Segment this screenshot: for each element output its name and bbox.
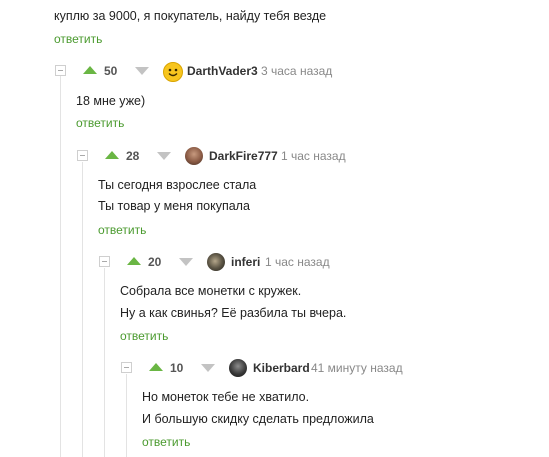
thread-line: [60, 76, 61, 457]
upvote-icon[interactable]: [105, 151, 119, 159]
comment-score: 50: [104, 64, 118, 78]
downvote-icon[interactable]: [201, 364, 215, 372]
thread-line: [104, 268, 105, 457]
upvote-icon[interactable]: [127, 257, 141, 265]
comment-text: Ну а как свинья? Её разбила ты вчера.: [120, 306, 347, 320]
comment-text: Собрала все монетки с кружек.: [120, 284, 302, 298]
comment-text: Ты товар у меня покупала: [98, 199, 250, 213]
comment-text: Ты сегодня взрослее стала: [98, 178, 257, 192]
reply-link[interactable]: ответить: [54, 32, 102, 46]
comment-text: 18 мне уже): [76, 94, 146, 108]
timestamp: 3 часа назад: [261, 64, 333, 78]
username[interactable]: Kiberbard: [253, 361, 310, 375]
upvote-icon[interactable]: [83, 66, 97, 74]
username[interactable]: DarthVader3: [187, 64, 258, 78]
downvote-icon[interactable]: [135, 67, 149, 75]
collapse-thread-button[interactable]: [77, 150, 88, 161]
downvote-icon[interactable]: [157, 152, 171, 160]
upvote-icon[interactable]: [149, 363, 163, 371]
collapse-thread-button[interactable]: [55, 65, 66, 76]
reply-link[interactable]: ответить: [120, 329, 168, 343]
thread-line: [82, 162, 83, 457]
avatar-smiley-icon[interactable]: [163, 62, 183, 82]
comment-score: 10: [170, 361, 184, 375]
comment-text: Но монеток тебе не хватило.: [142, 390, 310, 404]
comment-text: И большую скидку сделать предложила: [142, 412, 374, 426]
username[interactable]: DarkFire777: [209, 149, 278, 163]
collapse-thread-button[interactable]: [99, 256, 110, 267]
username[interactable]: inferi: [231, 255, 260, 269]
thread-line: [126, 374, 127, 457]
downvote-icon[interactable]: [179, 258, 193, 266]
reply-link[interactable]: ответить: [98, 223, 146, 237]
avatar-icon[interactable]: [185, 147, 203, 165]
timestamp: 41 минуту назад: [311, 361, 403, 375]
timestamp: 1 час назад: [281, 149, 346, 163]
avatar-icon[interactable]: [229, 359, 247, 377]
comment-score: 20: [148, 255, 162, 269]
timestamp: 1 час назад: [265, 255, 330, 269]
comment-score: 28: [126, 149, 140, 163]
avatar-icon[interactable]: [207, 253, 225, 271]
collapse-thread-button[interactable]: [121, 362, 132, 373]
comment-text: куплю за 9000, я покупатель, найду тебя …: [54, 9, 327, 23]
reply-link[interactable]: ответить: [76, 116, 124, 130]
reply-link[interactable]: ответить: [142, 435, 190, 449]
